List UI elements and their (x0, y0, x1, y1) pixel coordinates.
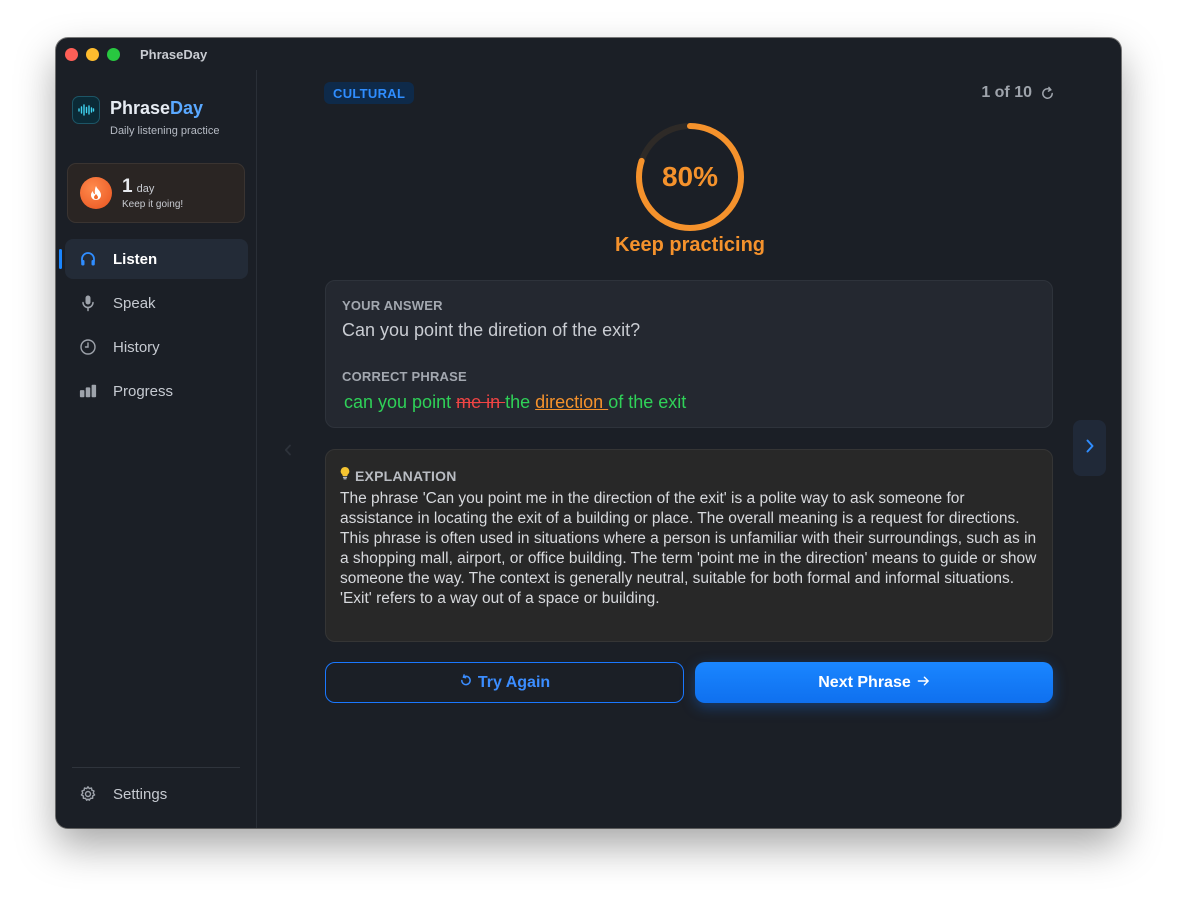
diff-correct-segment: the (505, 392, 536, 412)
correct-phrase: can you point me in the direction of the… (344, 392, 686, 413)
sidebar-item-speak[interactable]: Speak (65, 283, 248, 323)
waveform-logo-icon (72, 96, 100, 124)
headphones-icon (79, 250, 97, 268)
try-again-button[interactable]: Try Again (325, 662, 684, 703)
score-ring: 80% (632, 119, 748, 235)
streak-card: 1 day Keep it going! (67, 163, 245, 223)
your-answer-text: Can you point the diretion of the exit? (342, 320, 641, 340)
sidebar-nav: Listen Speak History Progress (56, 239, 257, 415)
phrase-counter: 1 of 10 (981, 84, 1055, 102)
sidebar-item-history[interactable]: History (65, 327, 248, 367)
score-value: 80% (661, 161, 719, 192)
main-content: CULTURAL 1 of 10 80% Keep practicing YOU… (257, 70, 1121, 828)
arrow-right-icon (917, 674, 930, 692)
diff-misspelled-segment: direction (535, 392, 609, 412)
category-tag: CULTURAL (324, 82, 415, 104)
next-phrase-button[interactable]: Next Phrase (695, 662, 1053, 703)
score-label: Keep practicing (614, 234, 766, 256)
streak-count: 1 (122, 176, 133, 197)
diff-correct-segment: of the exit (608, 392, 687, 412)
streak-note: Keep it going! (122, 199, 184, 210)
retry-icon (459, 673, 472, 692)
streak-unit: day (136, 183, 155, 195)
sidebar: PhraseDay Daily listening practice 1 day … (56, 70, 257, 828)
minimize-window-button[interactable] (86, 47, 99, 61)
counter-text: 1 of 10 (981, 84, 1032, 101)
refresh-icon[interactable] (1040, 86, 1055, 101)
sidebar-item-progress[interactable]: Progress (65, 371, 248, 411)
sidebar-item-label: Speak (113, 294, 156, 312)
side-next-button[interactable] (1073, 420, 1106, 476)
sidebar-item-listen[interactable]: Listen (59, 239, 248, 279)
title-bar: PhraseDay (56, 38, 1121, 70)
try-again-label: Try Again (477, 673, 551, 691)
sidebar-item-settings[interactable]: Settings (65, 774, 248, 814)
correct-phrase-label: CORRECT PHRASE (342, 369, 467, 384)
flame-icon (80, 177, 112, 209)
window-controls (65, 47, 120, 61)
brand-subtitle: Daily listening practice (110, 125, 220, 137)
brand: PhraseDay Daily listening practice (72, 96, 219, 137)
sidebar-item-label: Progress (113, 382, 174, 400)
gear-icon (79, 785, 97, 803)
chevron-right-icon (1085, 438, 1095, 459)
microphone-icon (79, 294, 97, 312)
sidebar-item-label: Settings (113, 785, 168, 803)
answer-card: YOUR ANSWER Can you point the diretion o… (325, 280, 1053, 428)
explanation-text: The phrase 'Can you point me in the dire… (340, 490, 1037, 607)
clock-icon (79, 338, 97, 356)
diff-missing-segment: me in (456, 392, 506, 412)
bar-chart-icon (79, 382, 97, 400)
window-title: PhraseDay (140, 46, 208, 62)
next-phrase-label: Next Phrase (818, 673, 911, 691)
your-answer-label: YOUR ANSWER (342, 298, 443, 313)
lightbulb-icon (339, 466, 351, 485)
sidebar-item-label: History (113, 338, 160, 356)
explanation-card: EXPLANATION The phrase 'Can you point me… (325, 449, 1053, 642)
explanation-label: EXPLANATION (355, 467, 457, 484)
sidebar-item-label: Listen (113, 250, 158, 268)
app-window: PhraseDay PhraseDay Daily listening prac… (56, 38, 1121, 828)
brand-name: PhraseDay (110, 98, 204, 118)
zoom-window-button[interactable] (107, 47, 120, 61)
diff-correct-segment: can you point (344, 392, 457, 412)
previous-phrase-button[interactable] (282, 443, 294, 457)
sidebar-divider (72, 767, 240, 768)
close-window-button[interactable] (65, 47, 78, 61)
